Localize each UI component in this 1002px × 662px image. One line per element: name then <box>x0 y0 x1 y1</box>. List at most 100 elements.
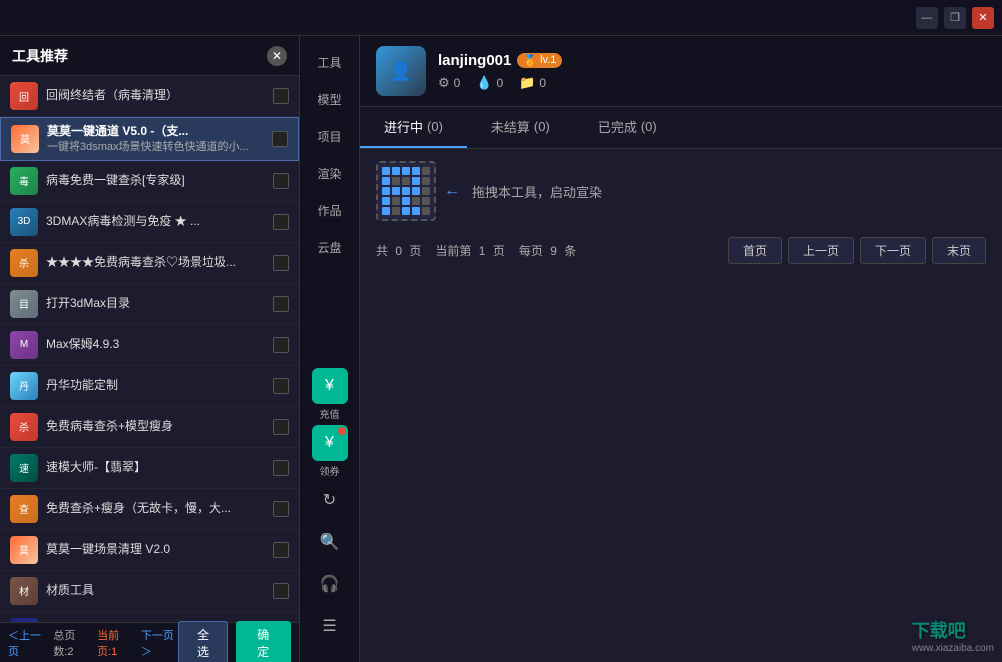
tool-checkbox[interactable] <box>273 214 289 230</box>
stat-value-2: 0 <box>539 76 546 90</box>
tool-name: Max保姆4.9.3 <box>46 337 265 353</box>
main-content: ← 拖拽本工具，启动宣染 共 0 页 当前第 1 页 <box>360 149 1002 662</box>
profile-stats: ⚙0💧0📁0 <box>438 75 986 91</box>
tab-label-completed: 已完成 <box>598 117 637 136</box>
stat-value-1: 0 <box>497 76 504 90</box>
tool-icon: 莫 <box>11 125 39 153</box>
stat-icon-0: ⚙ <box>438 75 450 91</box>
sidebar-menu-item-models[interactable]: 模型 <box>300 81 359 118</box>
tool-item[interactable]: 莫莫莫一键场景清理 V2.0 <box>0 530 299 571</box>
tool-checkbox[interactable] <box>273 378 289 394</box>
page-btn-下一页[interactable]: 下一页 <box>860 237 926 264</box>
footer-nav: ＜上一页 总页数:2 当前页:1 下一页＞ <box>8 627 178 659</box>
sidebar-btn-refresh[interactable]: ↻ <box>312 482 348 518</box>
tool-checkbox[interactable] <box>273 583 289 599</box>
confirm-button[interactable]: 确定 <box>236 621 291 662</box>
drag-grid-cell <box>422 177 430 185</box>
tab-count-completed: (0) <box>641 119 657 134</box>
tool-checkbox[interactable] <box>273 542 289 558</box>
next-page-btn[interactable]: 下一页＞ <box>141 627 178 659</box>
avatar: 👤 <box>376 46 426 96</box>
tool-item[interactable]: 毒病毒免费一键查杀[专家级] <box>0 161 299 202</box>
drag-grid-cell <box>402 167 410 175</box>
sidebar-btn-search[interactable]: 🔍 <box>312 524 348 560</box>
drag-text: 拖拽本工具，启动宣染 <box>472 182 602 201</box>
minimize-button[interactable]: — <box>916 7 938 29</box>
tab-count-in_progress: (0) <box>427 119 443 134</box>
tool-item[interactable]: 丹丹华功能定制 <box>0 366 299 407</box>
tabs-bar: 进行中 (0) 未结算 (0) 已完成 (0) <box>360 107 1002 149</box>
title-bar: — ❐ ✕ <box>0 0 1002 36</box>
tool-name: 病毒免费一键查杀[专家级] <box>46 173 265 189</box>
tool-list: 回回阀终结者（病毒清理）莫莫莫一键通道 V5.0 -（支...一键将3dsmax… <box>0 76 299 622</box>
sidebar-menu-item-cloud[interactable]: 云盘 <box>300 229 359 266</box>
tool-icon: 杀 <box>10 413 38 441</box>
page-btn-末页[interactable]: 末页 <box>932 237 986 264</box>
sidebar-actions: ¥充值¥领券↻🔍🎧☰ <box>300 366 359 654</box>
tool-item[interactable]: 查免费查杀+瘦身（无故卡，慢，大... <box>0 489 299 530</box>
stat-item-2: 📁0 <box>519 75 546 91</box>
drag-grid-cell <box>382 167 390 175</box>
tool-icon: 材 <box>10 577 38 605</box>
tool-checkbox[interactable] <box>272 131 288 147</box>
sidebar-menu-item-tools[interactable]: 工具 <box>300 44 359 81</box>
title-bar-controls: — ❐ ✕ <box>916 7 994 29</box>
tool-checkbox[interactable] <box>273 88 289 104</box>
drag-grid-cell <box>382 207 390 215</box>
tool-item[interactable]: 杀免费病毒查杀+模型瘦身 <box>0 407 299 448</box>
page-btn-上一页[interactable]: 上一页 <box>788 237 854 264</box>
tool-item[interactable]: 回回阀终结者（病毒清理） <box>0 76 299 117</box>
sidebar-action-label-coupon: 领券 <box>320 463 340 478</box>
tool-icon: 3D <box>10 208 38 236</box>
sidebar-action-menu: ☰ <box>312 606 348 646</box>
tool-checkbox[interactable] <box>273 419 289 435</box>
tool-item[interactable]: 杀★★★★免费病毒查杀♡场景垃圾... <box>0 243 299 284</box>
sidebar-menu-item-projects[interactable]: 项目 <box>300 118 359 155</box>
tool-checkbox[interactable] <box>273 296 289 312</box>
tab-label-unsettled: 未结算 <box>491 117 530 136</box>
tab-count-unsettled: (0) <box>534 119 550 134</box>
tool-item[interactable]: 3D 3DMAX病毒检测与免疫 ★ ... <box>0 202 299 243</box>
drag-thumb[interactable] <box>376 161 436 221</box>
left-panel-close[interactable]: ✕ <box>267 46 287 66</box>
sidebar-btn-headset[interactable]: 🎧 <box>312 566 348 602</box>
tab-in_progress[interactable]: 进行中 (0) <box>360 107 467 148</box>
restore-button[interactable]: ❐ <box>944 7 966 29</box>
tool-item[interactable]: 莫莫莫一键通道 V5.0 -（支...一键将3dsmax场景快速转色快通道的小.… <box>0 117 299 161</box>
tool-checkbox[interactable] <box>273 173 289 189</box>
tool-name: 材质工具 <box>46 583 265 599</box>
tool-item[interactable]: MMax保姆4.9.3 <box>0 325 299 366</box>
drag-grid-cell <box>382 197 390 205</box>
page-btn-首页[interactable]: 首页 <box>728 237 782 264</box>
drag-area: ← 拖拽本工具，启动宣染 <box>376 161 986 221</box>
tool-checkbox[interactable] <box>273 255 289 271</box>
tool-icon: 速 <box>10 454 38 482</box>
tool-item[interactable]: 材材质工具 <box>0 571 299 612</box>
sidebar-menu-item-render[interactable]: 渲染 <box>300 155 359 192</box>
watermark: 下载吧 www.xiazaiba.com <box>912 617 994 654</box>
profile-info: lanjing001 🏅 lv.1 ⚙0💧0📁0 <box>438 52 986 91</box>
drag-grid-cell <box>402 177 410 185</box>
stat-item-0: ⚙0 <box>438 75 460 91</box>
tool-name: 3DMAX病毒检测与免疫 ★ ... <box>46 214 265 230</box>
tool-checkbox[interactable] <box>273 501 289 517</box>
sidebar-btn-coupon[interactable]: ¥ <box>312 425 348 461</box>
tool-checkbox[interactable] <box>273 337 289 353</box>
stat-icon-2: 📁 <box>519 75 535 91</box>
sidebar-btn-charge[interactable]: ¥ <box>312 368 348 404</box>
tool-name: 速模大师-【翡翠】 <box>46 460 265 476</box>
drag-grid-cell <box>402 187 410 195</box>
sidebar-menu-item-works[interactable]: 作品 <box>300 192 359 229</box>
close-button[interactable]: ✕ <box>972 7 994 29</box>
watermark-text: 下载吧 <box>912 617 994 643</box>
tool-item[interactable]: 目打开3dMax目录 <box>0 284 299 325</box>
tab-unsettled[interactable]: 未结算 (0) <box>467 107 574 148</box>
tab-label-in_progress: 进行中 <box>384 117 423 136</box>
tool-checkbox[interactable] <box>273 460 289 476</box>
sidebar-action-headset: 🎧 <box>312 564 348 604</box>
tab-completed[interactable]: 已完成 (0) <box>574 107 681 148</box>
prev-page-btn[interactable]: ＜上一页 <box>8 627 45 659</box>
tool-item[interactable]: 速速模大师-【翡翠】 <box>0 448 299 489</box>
sidebar-btn-menu[interactable]: ☰ <box>312 608 348 644</box>
select-all-button[interactable]: 全选 <box>178 621 227 662</box>
